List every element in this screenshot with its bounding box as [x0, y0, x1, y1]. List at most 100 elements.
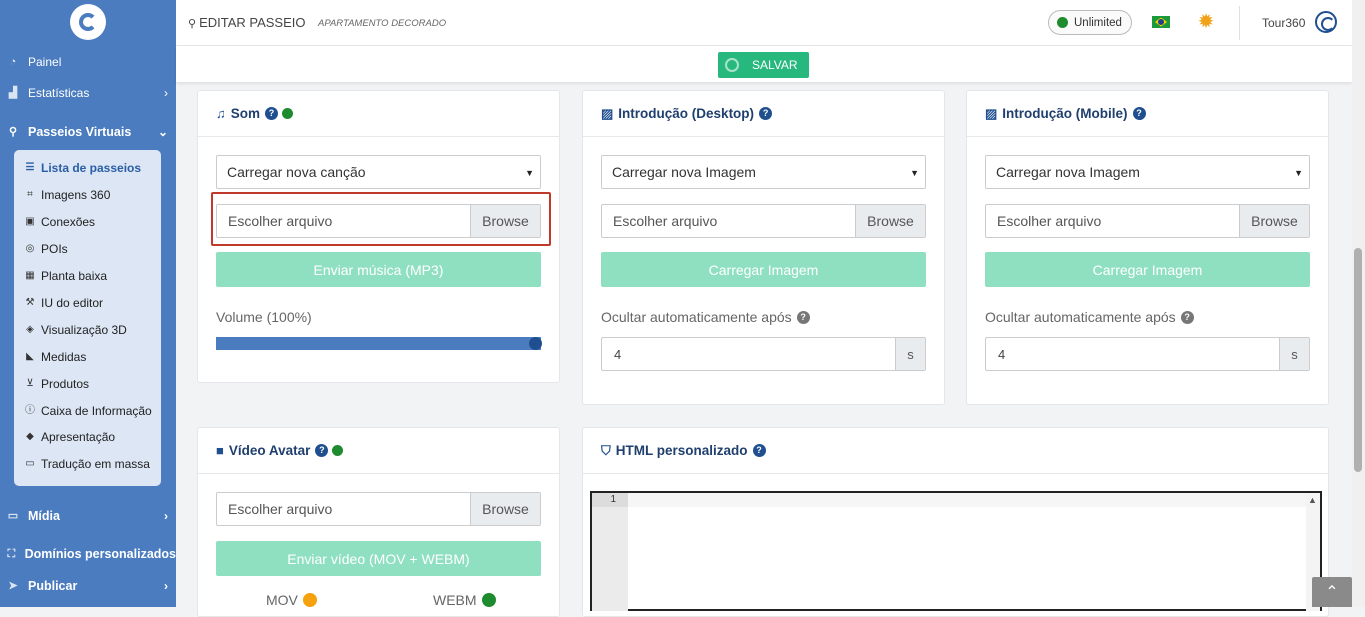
upload-image-button[interactable]: Carregar Imagem: [601, 252, 926, 287]
sidebar-item-produtos[interactable]: ⊻ Produtos: [14, 372, 161, 396]
chevron-right-icon: ›: [164, 579, 168, 593]
sidebar-item-painel[interactable]: ◔ Painel: [0, 48, 176, 76]
status-dot-icon: [332, 445, 344, 456]
chevron-right-icon: ›: [164, 509, 168, 523]
webm-status: WEBM: [433, 592, 496, 608]
sidebar-item-planta-baixa[interactable]: ▦ Planta baixa: [14, 264, 161, 288]
intro-mobile-file-input[interactable]: Escolher arquivo Browse: [985, 204, 1310, 238]
sidebar-item-label: Lista de passeios: [41, 161, 142, 175]
browse-button[interactable]: Browse: [1239, 205, 1309, 237]
caret-down-icon: ▼: [1294, 168, 1303, 178]
card-header: ■ Vídeo Avatar ?: [198, 428, 559, 474]
caret-down-icon: ▼: [525, 168, 534, 178]
sidebar-item-conexoes[interactable]: ▣ Conexões: [14, 210, 161, 234]
volume-slider-handle[interactable]: [529, 337, 542, 350]
browse-button[interactable]: Browse: [855, 205, 925, 237]
sidebar-item-label: Imagens 360: [41, 188, 111, 202]
help-icon[interactable]: ?: [1132, 107, 1146, 120]
sidebar-item-estatisticas[interactable]: ▟ Estatísticas ›: [0, 79, 176, 107]
som-source-select[interactable]: Carregar nova canção ▼: [216, 155, 541, 189]
video-file-input[interactable]: Escolher arquivo Browse: [216, 492, 541, 526]
brazil-flag-icon[interactable]: [1152, 16, 1170, 28]
intro-desktop-file-input[interactable]: Escolher arquivo Browse: [601, 204, 926, 238]
help-icon[interactable]: ?: [759, 107, 773, 120]
help-icon[interactable]: ?: [1180, 310, 1194, 324]
image-icon: ▨: [985, 105, 998, 121]
user-avatar[interactable]: [1315, 11, 1337, 33]
help-icon[interactable]: ?: [315, 444, 329, 457]
sidebar-item-apresentacao[interactable]: ◆ Apresentação: [14, 425, 161, 449]
sidebar-item-traducao-em-massa[interactable]: ▭ Tradução em massa: [14, 452, 161, 476]
status-dot-icon: [481, 593, 496, 607]
scroll-to-top-button[interactable]: ⌃: [1312, 577, 1352, 607]
page-title: ⚲ EDITAR PASSEIO: [188, 15, 306, 30]
video-icon: ■: [216, 443, 224, 458]
username[interactable]: Tour360: [1262, 16, 1305, 30]
sidebar-item-dominios[interactable]: ⛶ Domínios personalizados: [0, 540, 176, 568]
som-file-input[interactable]: Escolher arquivo Browse: [216, 204, 541, 238]
sidebar-item-label: POIs: [41, 242, 68, 256]
mov-status: MOV: [266, 592, 317, 608]
sidebar-item-iu-do-editor[interactable]: ⚒ IU do editor: [14, 291, 161, 315]
upload-image-button[interactable]: Carregar Imagem: [985, 252, 1310, 287]
upload-video-button[interactable]: Enviar vídeo (MOV + WEBM): [216, 541, 541, 576]
ruler-icon: ◣: [26, 351, 34, 362]
help-icon[interactable]: ?: [796, 310, 810, 324]
save-bar: SALVAR: [176, 46, 1352, 82]
card-header: ▨ Introdução (Mobile) ?: [967, 91, 1328, 137]
intro-mobile-select[interactable]: Carregar nova Imagem ▼: [985, 155, 1310, 189]
sidebar-item-visualizacao-3d[interactable]: ◈ Visualização 3D: [14, 318, 161, 342]
help-icon[interactable]: ?: [752, 444, 766, 457]
sidebar-item-label: Estatísticas: [28, 86, 90, 100]
html5-icon: ⛉: [601, 442, 611, 458]
hide-after-input[interactable]: 4 s: [601, 337, 926, 371]
scroll-up-icon[interactable]: ▲: [1308, 495, 1317, 505]
editor-active-line[interactable]: [628, 493, 1306, 507]
card-header: ♫ Som ?: [198, 91, 559, 137]
bullseye-icon: ◎: [25, 243, 35, 254]
sidebar-item-pois[interactable]: ◎ POIs: [14, 237, 161, 261]
sidebar-item-publicar[interactable]: ➤ Publicar ›: [0, 572, 176, 600]
plan-badge[interactable]: Unlimited: [1048, 10, 1132, 35]
file-placeholder: Escolher arquivo: [613, 213, 718, 229]
status-dot-icon: [302, 593, 317, 607]
upload-music-button[interactable]: Enviar música (MP3): [216, 252, 541, 287]
sidebar-item-label: Conexões: [41, 215, 96, 229]
code-editor[interactable]: 1 ▲: [590, 491, 1322, 611]
scrollbar-thumb[interactable]: [1354, 248, 1362, 472]
gauge-icon: ◔: [9, 56, 17, 68]
intro-desktop-select[interactable]: Carregar nova Imagem ▼: [601, 155, 926, 189]
caret-square-icon: ▣: [25, 216, 35, 227]
line-number: 1: [592, 493, 628, 507]
save-button[interactable]: SALVAR: [718, 52, 809, 78]
status-dot-icon: [282, 108, 294, 119]
map-icon: ▦: [25, 270, 35, 281]
sidebar-item-caixa-de-informacao[interactable]: ⓘ Caixa de Informação: [14, 399, 161, 423]
page-scrollbar[interactable]: [1352, 0, 1365, 607]
sidebar-item-passeios-virtuais[interactable]: ⚲ Passeios Virtuais ⌄: [0, 118, 176, 146]
route-icon: ⚲: [8, 126, 18, 138]
app-logo[interactable]: [70, 4, 106, 40]
select-value: Carregar nova Imagem: [996, 164, 1140, 180]
sidebar-item-midia[interactable]: ▭ Mídia ›: [0, 502, 176, 530]
card-title: Som: [230, 106, 261, 121]
browse-button[interactable]: Browse: [470, 493, 540, 525]
sun-icon[interactable]: ✹: [1196, 12, 1216, 32]
sidebar-item-label: Mídia: [28, 509, 60, 523]
help-icon[interactable]: ?: [265, 107, 279, 120]
sidebar-item-label: Apresentação: [41, 430, 116, 444]
sidebar-item-medidas[interactable]: ◣ Medidas: [14, 345, 161, 369]
volume-slider[interactable]: [216, 337, 541, 350]
browse-button[interactable]: Browse: [470, 205, 540, 237]
sidebar-item-label: Planta baixa: [41, 269, 108, 283]
music-icon: ♫: [216, 106, 226, 121]
plan-badge-label: Unlimited: [1074, 16, 1122, 29]
info-icon: ⓘ: [25, 405, 35, 416]
sidebar-item-label: Produtos: [41, 377, 90, 391]
spinner-icon: [725, 58, 739, 72]
hide-after-input[interactable]: 4 s: [985, 337, 1310, 371]
unit-suffix: s: [895, 338, 925, 370]
sidebar-item-imagens-360[interactable]: ⌗ Imagens 360: [14, 183, 161, 207]
sidebar-item-lista-de-passeios[interactable]: ☰ Lista de passeios: [14, 156, 161, 180]
hide-after-label: Ocultar automaticamente após ?: [601, 309, 810, 325]
